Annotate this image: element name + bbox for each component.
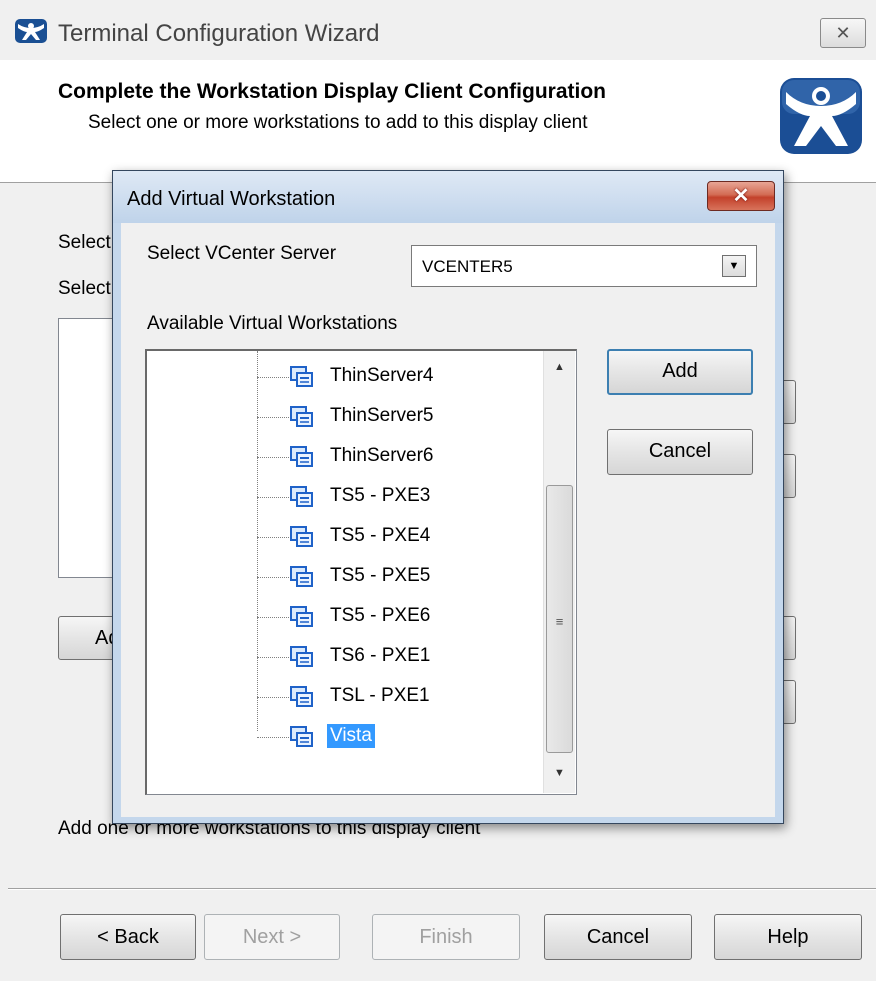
finish-button[interactable]: Finish: [372, 914, 520, 960]
close-button[interactable]: ✕: [820, 18, 866, 48]
tree-item[interactable]: TS5 - PXE4: [327, 524, 433, 548]
dropdown-button[interactable]: ▼: [722, 255, 746, 277]
virtual-machine-icon: [290, 726, 313, 747]
virtual-machine-icon: [290, 646, 313, 667]
dialog-close-button[interactable]: ✕: [707, 181, 775, 211]
select-label-1: Select: [58, 232, 111, 253]
tree-line: [257, 537, 291, 538]
grip-icon: ≡: [555, 614, 564, 629]
scroll-up-button[interactable]: ▲: [544, 351, 575, 385]
tree-line: [257, 351, 258, 731]
available-workstations-label: Available Virtual Workstations: [147, 313, 398, 334]
chevron-down-icon: ▼: [728, 260, 740, 272]
thinmanager-logo-icon: [780, 78, 862, 154]
workstation-tree[interactable]: ThinServer4 ThinServer5 ThinServer6 TS5 - P…: [145, 349, 577, 795]
chevron-down-icon: ▼: [554, 767, 565, 779]
app-icon: [15, 19, 47, 43]
virtual-machine-icon: [290, 526, 313, 547]
tree-item[interactable]: ThinServer4: [327, 364, 437, 388]
tree-item[interactable]: TS5 - PXE5: [327, 564, 433, 588]
dialog-cancel-button[interactable]: Cancel: [607, 429, 753, 475]
cancel-button[interactable]: Cancel: [544, 914, 692, 960]
tree-line: [257, 617, 291, 618]
tree-line: [257, 577, 291, 578]
tree-line: [257, 417, 291, 418]
chevron-up-icon: ▲: [554, 361, 565, 373]
tree-line: [257, 497, 291, 498]
tree-item[interactable]: TS5 - PXE6: [327, 604, 433, 628]
close-icon: ✕: [732, 185, 750, 207]
tree-line: [257, 657, 291, 658]
close-icon: ✕: [835, 23, 851, 43]
tree-line: [257, 737, 291, 738]
virtual-machine-icon: [290, 366, 313, 387]
scroll-down-button[interactable]: ▼: [544, 757, 575, 791]
virtual-machine-icon: [290, 446, 313, 467]
vcenter-select[interactable]: VCENTER5 ▼: [411, 245, 757, 287]
right-button-4[interactable]: [784, 680, 796, 724]
help-button[interactable]: Help: [714, 914, 862, 960]
right-button-2[interactable]: [784, 454, 796, 498]
vcenter-label: Select VCenter Server: [147, 243, 337, 264]
select-label-2: Select: [58, 278, 111, 299]
tree-line: [257, 697, 291, 698]
tree-item[interactable]: Vista: [327, 724, 375, 748]
tree-item[interactable]: ThinServer5: [327, 404, 437, 428]
virtual-machine-icon: [290, 486, 313, 507]
dialog-title: Add Virtual Workstation: [127, 188, 336, 210]
back-button[interactable]: < Back: [60, 914, 196, 960]
tree-line: [257, 377, 291, 378]
scrollbar-thumb[interactable]: ≡: [546, 485, 573, 753]
virtual-machine-icon: [290, 566, 313, 587]
window-title: Terminal Configuration Wizard: [58, 20, 380, 47]
tree-item[interactable]: ThinServer6: [327, 444, 437, 468]
tree-item[interactable]: TS5 - PXE3: [327, 484, 433, 508]
virtual-machine-icon: [290, 606, 313, 627]
page-title: Complete the Workstation Display Client …: [58, 80, 606, 103]
dialog-titlebar: Add Virtual Workstation ✕: [113, 171, 783, 223]
right-button-3[interactable]: [784, 616, 796, 660]
dialog-body: Select VCenter Server VCENTER5 ▼ Availab…: [121, 223, 775, 817]
dialog-add-button[interactable]: Add: [607, 349, 753, 395]
tree-line: [257, 457, 291, 458]
virtual-machine-icon: [290, 406, 313, 427]
virtual-machine-icon: [290, 686, 313, 707]
tree-item[interactable]: TS6 - PXE1: [327, 644, 433, 668]
vcenter-value: VCENTER5: [422, 257, 513, 276]
footer-separator: [8, 888, 876, 890]
tree-item[interactable]: TSL - PXE1: [327, 684, 433, 708]
next-button[interactable]: Next >: [204, 914, 340, 960]
scrollbar[interactable]: ▲ ≡ ▼: [543, 351, 575, 793]
page-subtitle: Select one or more workstations to add t…: [88, 112, 588, 133]
add-virtual-workstation-dialog: Add Virtual Workstation ✕ Select VCenter…: [112, 170, 784, 824]
wizard-titlebar: Terminal Configuration Wizard ✕: [0, 0, 876, 60]
right-button-1[interactable]: [784, 380, 796, 424]
